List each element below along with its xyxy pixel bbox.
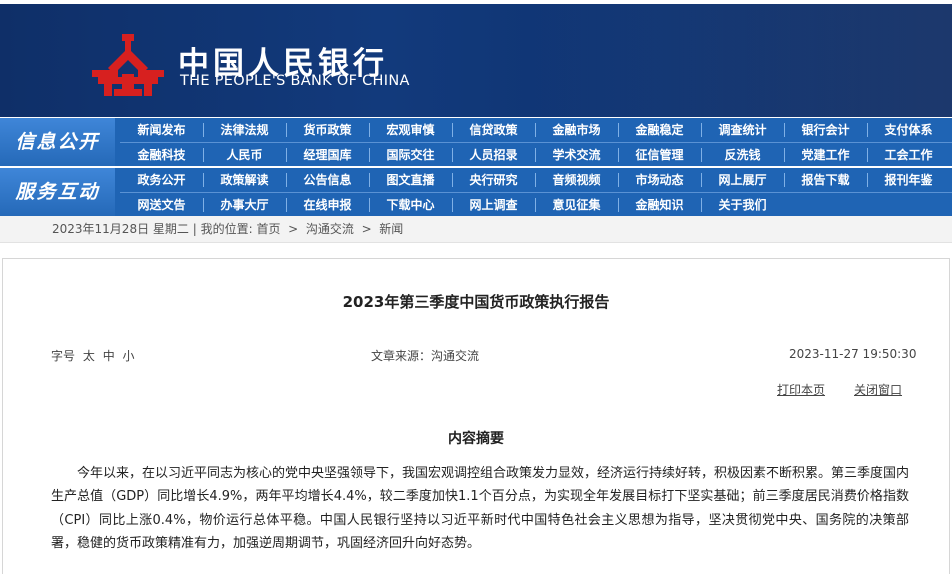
article-subheading: 内容摘要 [448,431,504,447]
breadcrumb-communication[interactable]: 沟通交流 [306,222,354,236]
nav-item-service-hall[interactable]: 办事大厅 [203,193,286,217]
nav-item-policy-interpretation[interactable]: 政策解读 [203,168,286,192]
article-datetime: 2023-11-27 19:50:30 [789,347,917,361]
nav-item-international[interactable]: 国际交往 [369,143,452,167]
nav-item-online-exhibition[interactable]: 网上展厅 [701,168,784,192]
article-panel: 2023年第三季度中国货币政策执行报告 字号 太 中 小 文章来源：沟通交流 2… [2,258,950,574]
nav-item-credit-policy[interactable]: 信贷政策 [452,118,535,142]
nav-item-financial-stability[interactable]: 金融稳定 [618,118,701,142]
pboc-logo-icon[interactable] [92,34,164,96]
breadcrumb-separator: > [288,222,299,236]
nav-item-monetary-policy[interactable]: 货币政策 [286,118,369,142]
nav-item-treasury[interactable]: 经理国库 [286,143,369,167]
nav-service-grid: 政务公开 政策解读 公告信息 图文直播 央行研究 音频视频 市场动态 网上展厅 … [120,168,952,216]
current-date: 2023年11月28日 [52,222,150,236]
article-paragraph: 今年以来，在以习近平同志为核心的党中央坚强领导下，我国宏观调控组合政策发力显效，… [51,466,910,551]
nav-item-union-work[interactable]: 工会工作 [867,143,950,167]
font-size-large-link[interactable]: 太 [83,349,95,363]
nav-item-notices[interactable]: 网送文告 [120,193,203,217]
nav-item-laws[interactable]: 法律法规 [203,118,286,142]
nav-item-online-survey[interactable]: 网上调查 [452,193,535,217]
nav-item-about-us[interactable]: 关于我们 [701,193,784,217]
article-title: 2023年第三季度中国货币政策执行报告 [342,293,610,311]
breadcrumb-home[interactable]: 首页 [257,222,281,236]
nav-item-party-building[interactable]: 党建工作 [784,143,867,167]
nav-item-payment-system[interactable]: 支付体系 [867,118,950,142]
nav-item-audio-video[interactable]: 音频视频 [535,168,618,192]
nav-info-row-2: 金融科技 人民币 经理国库 国际交往 人员招录 学术交流 征信管理 反洗钱 党建… [120,143,952,167]
nav-item-anti-money-laundering[interactable]: 反洗钱 [701,143,784,167]
nav-info-row-1: 新闻发布 法律法规 货币政策 宏观审慎 信贷政策 金融市场 金融稳定 调查统计 … [120,118,952,142]
brand-name-english: THE PEOPLE'S BANK OF CHINA [180,73,410,89]
nav-info-disclosure: 信息公开 新闻发布 法律法规 货币政策 宏观审慎 信贷政策 金融市场 金融稳定 … [0,118,952,166]
nav-item-financial-markets[interactable]: 金融市场 [535,118,618,142]
nav-item-bank-accounting[interactable]: 银行会计 [784,118,867,142]
current-weekday: 星期二 [152,222,189,236]
nav-item-government-affairs[interactable]: 政务公开 [120,168,203,192]
breadcrumb-separator: > [361,222,372,236]
nav-item-download-center[interactable]: 下载中心 [369,193,452,217]
font-size-selector: 字号 太 中 小 [51,347,135,364]
nav-item-market-trends[interactable]: 市场动态 [618,168,701,192]
close-window-link[interactable]: 关闭窗口 [854,383,902,397]
nav-item-report-download[interactable]: 报告下载 [784,168,867,192]
nav-info-grid: 新闻发布 法律法规 货币政策 宏观审慎 信贷政策 金融市场 金融稳定 调查统计 … [120,118,952,166]
location-label: 我的位置: [200,222,253,236]
font-size-label: 字号 [51,349,76,363]
nav-item-macroprudential[interactable]: 宏观审慎 [369,118,452,142]
breadcrumb: 2023年11月28日 星期二 | 我的位置: 首页 > 沟通交流 > 新闻 [0,216,952,243]
nav-item-live-broadcast[interactable]: 图文直播 [369,168,452,192]
nav-item-news-release[interactable]: 新闻发布 [120,118,203,142]
nav-item-research[interactable]: 央行研究 [452,168,535,192]
nav-item-feedback[interactable]: 意见征集 [535,193,618,217]
nav-item-announcements[interactable]: 公告信息 [286,168,369,192]
nav-item-fintech[interactable]: 金融科技 [120,143,203,167]
font-size-small-link[interactable]: 小 [123,349,135,363]
nav-item-statistics[interactable]: 调查统计 [701,118,784,142]
nav-service-row-1: 政务公开 政策解读 公告信息 图文直播 央行研究 音频视频 市场动态 网上展厅 … [120,168,952,192]
nav-item-yearbooks[interactable]: 报刊年鉴 [867,168,950,192]
font-size-medium-link[interactable]: 中 [103,349,115,363]
nav-item-online-filing[interactable]: 在线申报 [286,193,369,217]
nav-item-financial-knowledge[interactable]: 金融知识 [618,193,701,217]
nav-service-row-2: 网送文告 办事大厅 在线申报 下载中心 网上调查 意见征集 金融知识 关于我们 [120,193,952,217]
nav-service-label: 服务互动 [0,168,115,216]
print-page-link[interactable]: 打印本页 [777,383,825,397]
nav-service-interaction: 服务互动 政务公开 政策解读 公告信息 图文直播 央行研究 音频视频 市场动态 … [0,168,952,216]
nav-info-label: 信息公开 [0,118,115,166]
article-source: 文章来源：沟通交流 [371,349,480,363]
nav-item-rmb[interactable]: 人民币 [203,143,286,167]
site-banner: 中国人民银行 THE PEOPLE'S BANK OF CHINA [0,4,952,117]
nav-item-credit-reference[interactable]: 征信管理 [618,143,701,167]
breadcrumb-news[interactable]: 新闻 [379,222,403,236]
nav-item-academic[interactable]: 学术交流 [535,143,618,167]
nav-item-recruitment[interactable]: 人员招录 [452,143,535,167]
